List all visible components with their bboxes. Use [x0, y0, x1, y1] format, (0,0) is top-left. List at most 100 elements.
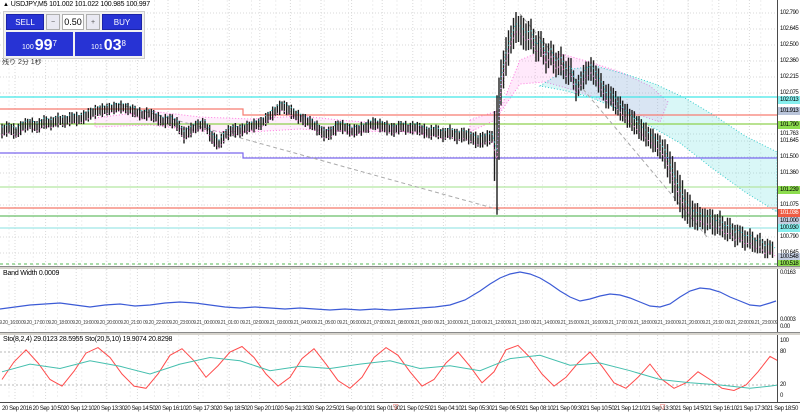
stochastic-tick-label: 80: [780, 349, 786, 355]
stochastic-tick-label: 0: [780, 393, 783, 399]
hour-label: 09.20_23:00: [166, 320, 191, 326]
stochastic-tick-label: 100: [780, 338, 789, 344]
chart-title: ▲ USDJPY,M5 101.002 101.022 100.985 100.9…: [3, 1, 150, 8]
time-label: 20 Sep 18:50: [216, 406, 248, 412]
stochastic-label: Sto(8,2,4) 29.0123 28.5955 Sto(20,5,10) …: [3, 336, 173, 343]
price-tick-label: 101.500: [780, 154, 799, 160]
hour-label: 09.21_00:00: [191, 320, 215, 326]
time-label: 21 Sep 16:10: [705, 406, 737, 412]
stochastic-indicator-pane[interactable]: [0, 335, 777, 399]
price-badge: 101.913: [778, 107, 800, 115]
time-label: 21 Sep 04:10: [430, 406, 462, 412]
time-label: 20 Sep 16:10: [155, 406, 186, 412]
time-label: 20 Sep 20:10: [246, 406, 278, 412]
hour-label: 09.20_22:00: [142, 320, 167, 326]
price-axis[interactable]: 102.790 102.645 102.500 102.360 102.215 102.0…: [777, 0, 800, 402]
buy-price-pip: 8: [121, 39, 126, 48]
volume-plus-button[interactable]: +: [86, 14, 100, 30]
price-tick-label: 101.075: [780, 202, 799, 208]
price-tick-label: 102.215: [780, 74, 799, 80]
price-badge: 101.790: [778, 121, 800, 129]
buy-button[interactable]: BUY: [102, 14, 142, 30]
trade-panel-price-row: 100 99 7 101 03 8: [6, 32, 142, 56]
chart-title-text: USDJPY,M5 101.002 101.022 100.985 100.99…: [10, 1, 150, 8]
price-tick-label: 100.790: [780, 234, 799, 240]
trade-panel-top-row: SELL − 0.50 + BUY: [6, 14, 142, 30]
hour-label: 09.21_01:00: [215, 320, 239, 326]
time-label: 21 Sep 05:30: [461, 406, 492, 412]
price-tick-label: 102.790: [780, 10, 799, 16]
time-label: 21 Sep 10:50: [583, 406, 615, 412]
hour-label: 09.21_04:00: [288, 320, 312, 326]
band-width-tick-label: 0.0163: [780, 270, 796, 276]
time-label: 21 Sep 18:50: [767, 406, 798, 412]
hour-label: 09.21_09:00: [409, 320, 433, 326]
one-click-trade-panel: SELL − 0.50 + BUY 100 99 7 101 03 8: [3, 11, 145, 59]
band-width-label: Band Width 0.0009: [3, 270, 60, 277]
hour-label: 09.21_11:00: [457, 320, 482, 326]
price-badge: 101.239: [778, 186, 800, 194]
price-badge: 101.036: [778, 209, 800, 217]
hourly-timestamp-strip: 09.20_16:0009.20_17:0009.20_18:0009.20_1…: [0, 318, 777, 332]
hour-label: 09.21_08:00: [385, 320, 409, 326]
time-label: 20 Sep 13:30: [93, 406, 125, 412]
hour-label: 09.21_13:00: [506, 320, 530, 326]
time-label: 21 Sep 09:30: [552, 406, 584, 412]
hour-label: 09.21_12:00: [482, 320, 506, 326]
buy-price-panel[interactable]: 101 03 8: [75, 32, 142, 56]
price-tick-label: 101.360: [780, 170, 799, 176]
sell-button[interactable]: SELL: [6, 14, 44, 30]
time-label: 21 Sep 02:50: [399, 406, 431, 412]
collapse-panel-icon[interactable]: ▲: [3, 2, 9, 8]
hour-label: 09.21_20:00: [676, 320, 700, 326]
pane-separator[interactable]: [0, 266, 800, 269]
hour-label: 09.21_02:00: [239, 320, 264, 326]
trade-marker-icon: ▽: [660, 404, 666, 411]
hour-label: 09.21_22:00: [724, 320, 749, 326]
hour-label: 09.20_16:00: [0, 320, 21, 326]
sell-price-prefix: 100: [22, 44, 34, 51]
price-tick-label: 102.645: [780, 26, 799, 32]
hour-label: 09.21_10:00: [433, 320, 458, 326]
time-axis[interactable]: 20 Sep 2016 20 Sep 10:50 20 Sep 12:10 20 Se…: [0, 402, 800, 417]
sell-price-panel[interactable]: 100 99 7: [6, 32, 73, 56]
band-width-curve: [0, 271, 777, 311]
time-label: 20 Sep 14:50: [124, 406, 156, 412]
hour-label: 09.21_23:00: [748, 320, 773, 326]
hour-label: 09.21_15:00: [554, 320, 579, 326]
time-label: 21 Sep 12:10: [614, 406, 645, 412]
hour-label: 09.21_07:00: [360, 320, 385, 326]
mt4-chart-window: ▲ USDJPY,M5 101.002 101.022 100.985 100.9…: [0, 0, 800, 417]
time-label: 21 Sep 06:50: [491, 406, 523, 412]
hour-label: 09.21_21:00: [700, 320, 724, 326]
price-badge: 102.013: [778, 96, 800, 104]
hour-label: 09.20_18:00: [45, 320, 70, 326]
volume-minus-button[interactable]: −: [46, 14, 60, 30]
time-label: 20 Sep 12:10: [63, 406, 95, 412]
hour-label: 09.21_16:00: [579, 320, 603, 326]
time-label: 20 Sep 10:50: [32, 406, 64, 412]
kijun-dotted-line: [1, 30, 776, 257]
time-label: 20 Sep 2016: [2, 406, 32, 412]
hour-label: 09.21_03:00: [263, 320, 288, 326]
sell-price-pip: 7: [52, 39, 57, 48]
time-label: 21 Sep 14:50: [675, 406, 707, 412]
hour-label: 09.20_21:00: [118, 320, 142, 326]
price-tick-label: 101.645: [780, 138, 799, 144]
time-label: 21 Sep 08:10: [522, 406, 554, 412]
buy-price-big: 03: [103, 37, 122, 54]
price-tick-label: 102.360: [780, 58, 799, 64]
volume-input[interactable]: 0.50: [62, 14, 84, 30]
hour-label: 09.21_14:00: [530, 320, 555, 326]
price-badge: 100.930: [778, 224, 800, 232]
hour-label: 09.21_05:00: [312, 320, 336, 326]
price-tick-label: 102.500: [780, 42, 799, 48]
time-label: 20 Sep 17:30: [185, 406, 217, 412]
time-label: 20 Sep 22:50: [308, 406, 339, 412]
sell-price-big: 99: [34, 37, 53, 54]
band-width-tick-label: 0.00: [780, 324, 790, 330]
stochastic-signal-curve: [1, 354, 777, 389]
time-label: 20 Sep 21:30: [277, 406, 309, 412]
pane-separator[interactable]: [0, 332, 800, 335]
hour-label: 09.20_17:00: [21, 320, 45, 326]
